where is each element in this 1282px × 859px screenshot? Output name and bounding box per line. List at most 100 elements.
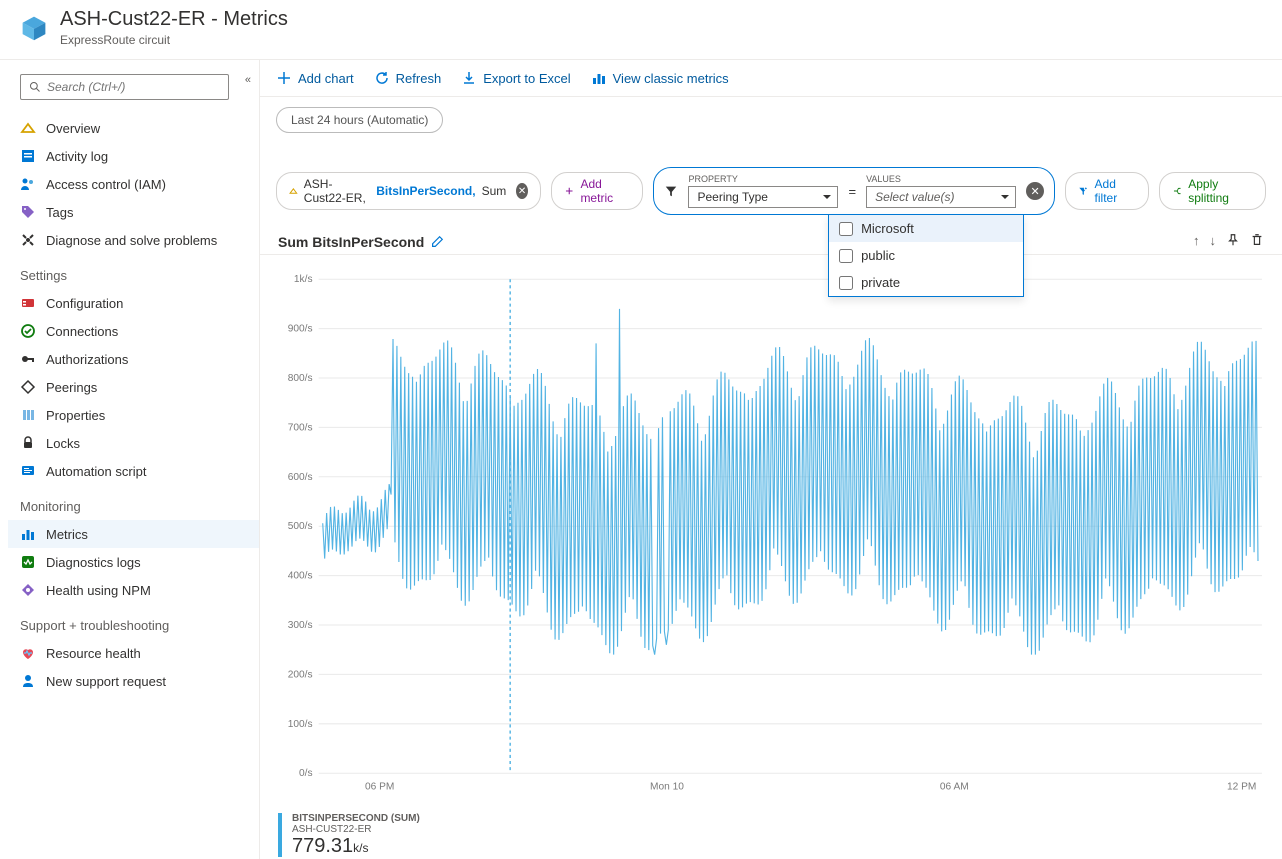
metrics-chart[interactable]: 0/s100/s200/s300/s400/s500/s600/s700/s80… (260, 255, 1282, 809)
apply-splitting-button[interactable]: Apply splitting (1159, 172, 1266, 210)
search-icon (29, 81, 41, 93)
sidebar-item-label: Diagnostics logs (46, 555, 141, 570)
sidebar-item-peerings[interactable]: Peerings (8, 373, 259, 401)
move-down-button[interactable]: ↓ (1210, 233, 1217, 250)
sidebar-item-new-support[interactable]: New support request (8, 667, 259, 695)
svg-text:1k/s: 1k/s (294, 274, 313, 285)
support-icon (20, 673, 36, 689)
locks-icon (20, 435, 36, 451)
tags-icon (20, 204, 36, 220)
remove-metric-button[interactable]: ✕ (516, 183, 528, 199)
sidebar-item-configuration[interactable]: Configuration (8, 289, 259, 317)
export-button[interactable]: Export to Excel (461, 70, 570, 86)
properties-icon (20, 407, 36, 423)
pin-button[interactable] (1226, 233, 1240, 250)
diagnose-icon (20, 232, 36, 248)
svg-text:0/s: 0/s (299, 768, 313, 779)
split-icon (1172, 185, 1182, 197)
svg-text:12 PM: 12 PM (1227, 781, 1256, 792)
checkbox[interactable] (839, 222, 853, 236)
collapse-sidebar-button[interactable]: « (245, 74, 251, 86)
sidebar-item-label: Locks (46, 436, 80, 451)
sidebar-item-authorizations[interactable]: Authorizations (8, 345, 259, 373)
dropdown-option[interactable]: Microsoft (829, 215, 1023, 242)
sidebar-item-label: Authorizations (46, 352, 128, 367)
filter-icon (664, 184, 678, 198)
property-select[interactable]: Peering Type (688, 186, 838, 208)
sidebar-item-locks[interactable]: Locks (8, 429, 259, 457)
diagnostics-icon (20, 554, 36, 570)
add-filter-button[interactable]: Add filter (1065, 172, 1149, 210)
resource-health-icon (20, 645, 36, 661)
time-range-pill[interactable]: Last 24 hours (Automatic) (276, 107, 443, 133)
sidebar-item-diagnose[interactable]: Diagnose and solve problems (8, 226, 259, 254)
automation-icon (20, 463, 36, 479)
values-label: Values (866, 174, 1016, 184)
svg-text:100/s: 100/s (288, 719, 313, 730)
sidebar-item-health-npm[interactable]: Health using NPM (8, 576, 259, 604)
svg-text:400/s: 400/s (288, 571, 313, 582)
sidebar-item-diagnostics-logs[interactable]: Diagnostics logs (8, 548, 259, 576)
legend-color (278, 813, 282, 857)
add-chart-button[interactable]: Add chart (276, 70, 354, 86)
svg-text:200/s: 200/s (288, 669, 313, 680)
activity-log-icon (20, 148, 36, 164)
svg-text:Mon 10: Mon 10 (650, 781, 684, 792)
sidebar-item-resource-health[interactable]: Resource health (8, 639, 259, 667)
move-up-button[interactable]: ↑ (1193, 233, 1200, 250)
configuration-icon (20, 295, 36, 311)
equals-sign: = (848, 184, 856, 199)
chart-title: Sum BitsInPerSecond (278, 234, 444, 250)
sidebar-item-metrics[interactable]: Metrics (8, 520, 259, 548)
sidebar-item-label: Health using NPM (46, 583, 151, 598)
classic-metrics-button[interactable]: View classic metrics (591, 70, 729, 86)
sidebar-item-tags[interactable]: Tags (8, 198, 259, 226)
section-settings: Settings (8, 254, 259, 289)
sidebar-item-properties[interactable]: Properties (8, 401, 259, 429)
metric-chip[interactable]: ASH-Cust22-ER, BitsInPerSecond, Sum ✕ (276, 172, 541, 210)
sidebar-item-label: Peerings (46, 380, 97, 395)
refresh-button[interactable]: Refresh (374, 70, 442, 86)
page-title: ASH-Cust22-ER - Metrics (60, 8, 288, 31)
sidebar-item-connections[interactable]: Connections (8, 317, 259, 345)
sidebar-item-label: Metrics (46, 527, 88, 542)
edit-title-button[interactable] (430, 235, 444, 249)
search-input-wrapper[interactable] (20, 74, 229, 100)
sidebar-item-automation[interactable]: Automation script (8, 457, 259, 485)
dropdown-option[interactable]: public (829, 242, 1023, 269)
checkbox[interactable] (839, 249, 853, 263)
sidebar-item-label: Connections (46, 324, 118, 339)
svg-text:600/s: 600/s (288, 472, 313, 483)
filter-editor: Property Peering Type = Values Select va… (653, 167, 1055, 215)
values-dropdown: Microsoft public private (828, 214, 1024, 297)
add-metric-icon (564, 185, 574, 197)
delete-button[interactable] (1250, 233, 1264, 250)
sidebar-item-access-control[interactable]: Access control (IAM) (8, 170, 259, 198)
chart-legend: BITSINPERSECOND (SUM) ASH-CUST22-ER 779.… (260, 809, 1282, 859)
connections-icon (20, 323, 36, 339)
svg-text:700/s: 700/s (288, 422, 313, 433)
sidebar-item-label: Access control (IAM) (46, 177, 166, 192)
legend-metric: BITSINPERSECOND (SUM) (292, 813, 420, 824)
sidebar-item-label: Tags (46, 205, 73, 220)
sidebar-item-activity-log[interactable]: Activity log (8, 142, 259, 170)
refresh-icon (374, 70, 390, 86)
sidebar-item-overview[interactable]: Overview (8, 114, 259, 142)
export-icon (461, 70, 477, 86)
section-support: Support + troubleshooting (8, 604, 259, 639)
add-metric-button[interactable]: Add metric (551, 172, 644, 210)
values-select[interactable]: Select value(s) (866, 186, 1016, 208)
sidebar-item-label: Configuration (46, 296, 123, 311)
sidebar-item-label: Activity log (46, 149, 108, 164)
search-input[interactable] (47, 80, 220, 94)
sidebar-item-label: Resource health (46, 646, 141, 661)
clear-filter-button[interactable]: ✕ (1026, 182, 1044, 200)
section-monitoring: Monitoring (8, 485, 259, 520)
checkbox[interactable] (839, 276, 853, 290)
svg-text:500/s: 500/s (288, 521, 313, 532)
dropdown-option[interactable]: private (829, 269, 1023, 296)
peerings-icon (20, 379, 36, 395)
svg-text:300/s: 300/s (288, 620, 313, 631)
sidebar-item-label: Diagnose and solve problems (46, 233, 217, 248)
authorizations-icon (20, 351, 36, 367)
